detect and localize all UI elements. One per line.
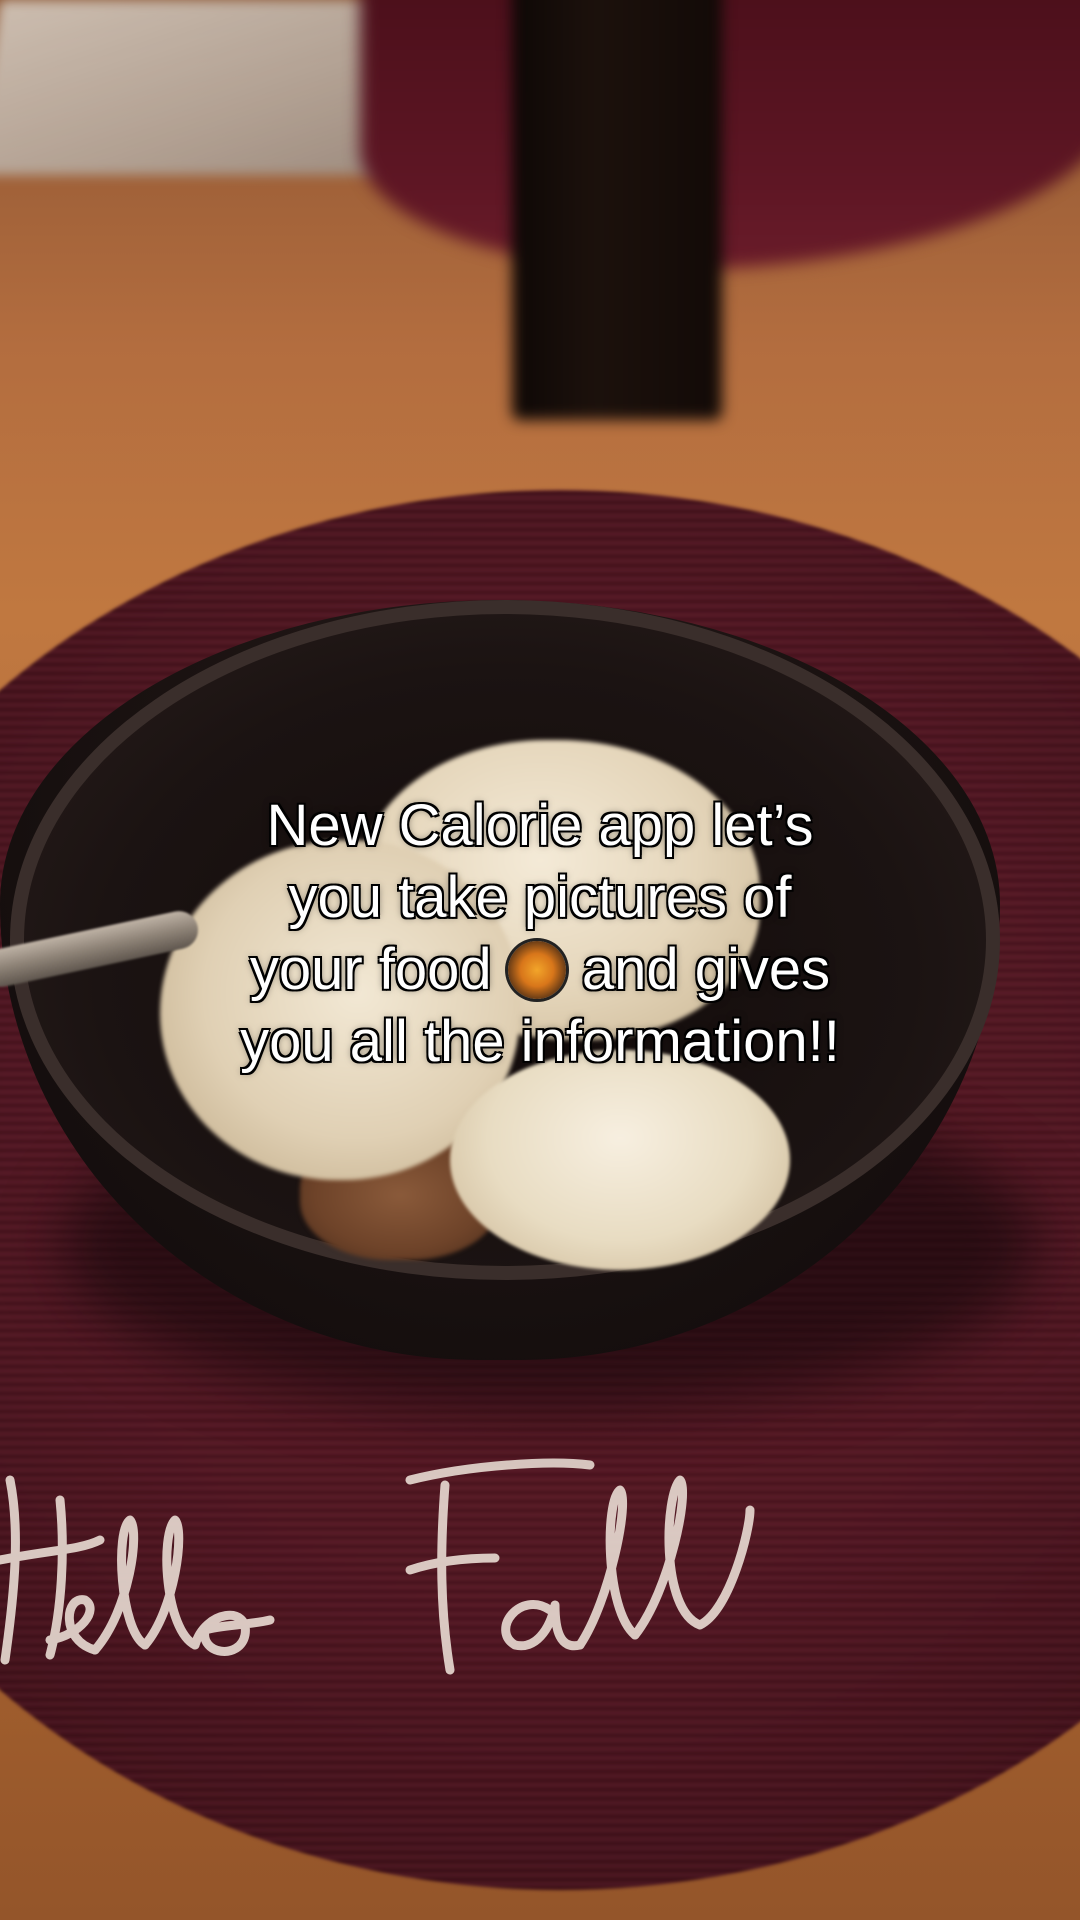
caption-line-3-end: and gives: [581, 937, 831, 1002]
photo-scene: New Calorie app let’s you take pictures …: [0, 0, 1080, 1920]
cooking-pan-icon: [507, 941, 566, 999]
background-dark-object: [512, 0, 722, 420]
caption-line-1: New Calorie app let’s: [266, 793, 814, 858]
caption-line-4: you all the information!!: [240, 1009, 840, 1074]
caption-line-2: you take pictures of: [288, 865, 792, 930]
video-caption: New Calorie app let’s you take pictures …: [140, 790, 940, 1078]
caption-line-3-start: your food: [249, 937, 492, 1002]
placemat-script-text: [0, 1440, 890, 1700]
ice-cream-scoop: [450, 1050, 790, 1270]
